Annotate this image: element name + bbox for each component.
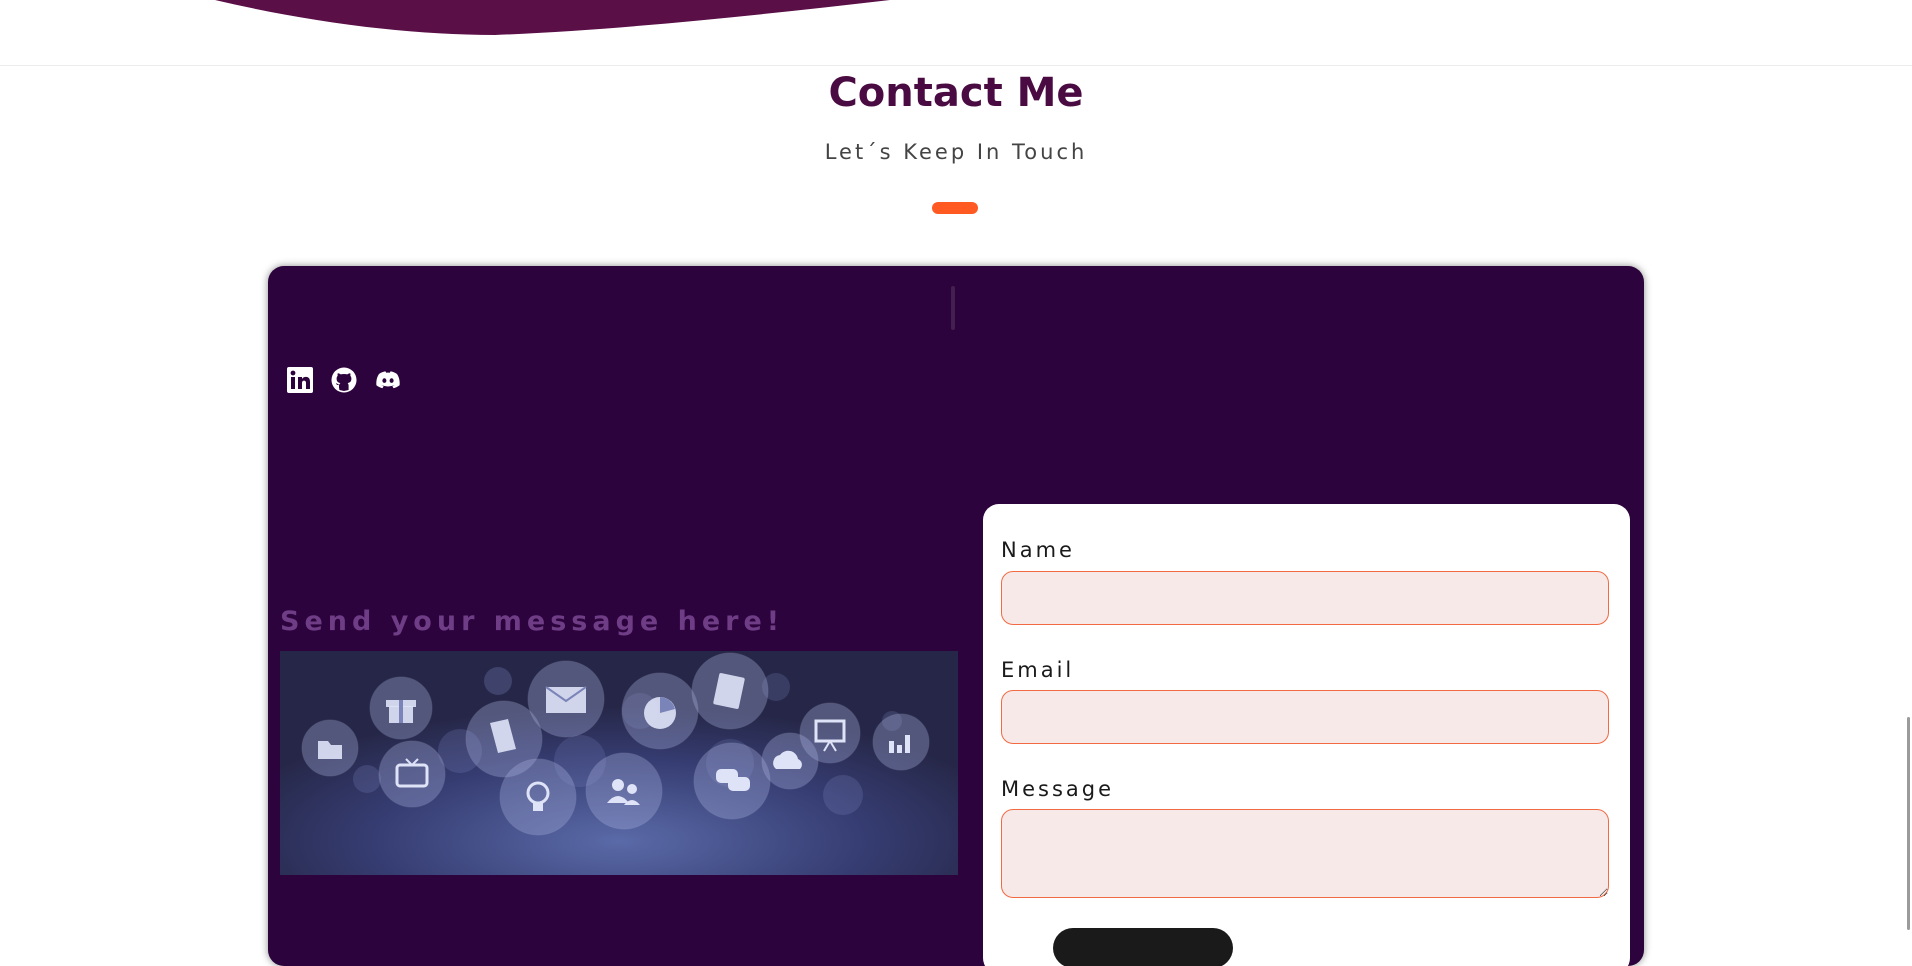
email-label: Email <box>1001 658 1075 682</box>
linkedin-link[interactable] <box>286 366 314 394</box>
page-subtitle: Let´s Keep In Touch <box>824 140 1088 164</box>
people-icon <box>585 752 663 830</box>
linkedin-icon <box>287 367 313 393</box>
social-links <box>286 366 402 394</box>
email-input[interactable] <box>1001 690 1609 744</box>
folder-icon <box>301 719 359 777</box>
name-label: Name <box>1001 538 1075 562</box>
tv-icon <box>378 740 446 808</box>
discord-link[interactable] <box>374 366 402 394</box>
submit-button[interactable] <box>1053 928 1233 966</box>
accent-pill <box>932 202 978 214</box>
top-wave-decoration <box>215 0 890 35</box>
message-label: Message <box>1001 777 1115 801</box>
section-divider <box>0 65 1912 66</box>
envelope-icon <box>527 660 605 738</box>
message-textarea[interactable] <box>1001 809 1609 898</box>
discord-icon <box>376 371 400 389</box>
gift-icon <box>369 676 433 740</box>
presentation-icon <box>799 702 861 764</box>
contact-form: Name Email Message <box>983 504 1630 966</box>
pie-chart-icon <box>621 672 699 750</box>
card-divider <box>951 286 955 330</box>
github-icon <box>331 367 357 393</box>
contact-card: Send your message here! Name Email Messa… <box>268 266 1644 966</box>
send-message-heading: Send your message here! <box>280 606 785 637</box>
lightbulb-icon <box>499 758 577 836</box>
communication-banner-image <box>280 651 958 875</box>
contact-book-icon <box>691 652 769 730</box>
github-link[interactable] <box>330 366 358 394</box>
page-title: Contact Me <box>828 70 1084 116</box>
page-scrollbar[interactable] <box>1907 717 1910 930</box>
name-input[interactable] <box>1001 571 1609 625</box>
bar-chart-icon <box>872 713 930 771</box>
chat-icon <box>693 742 771 820</box>
